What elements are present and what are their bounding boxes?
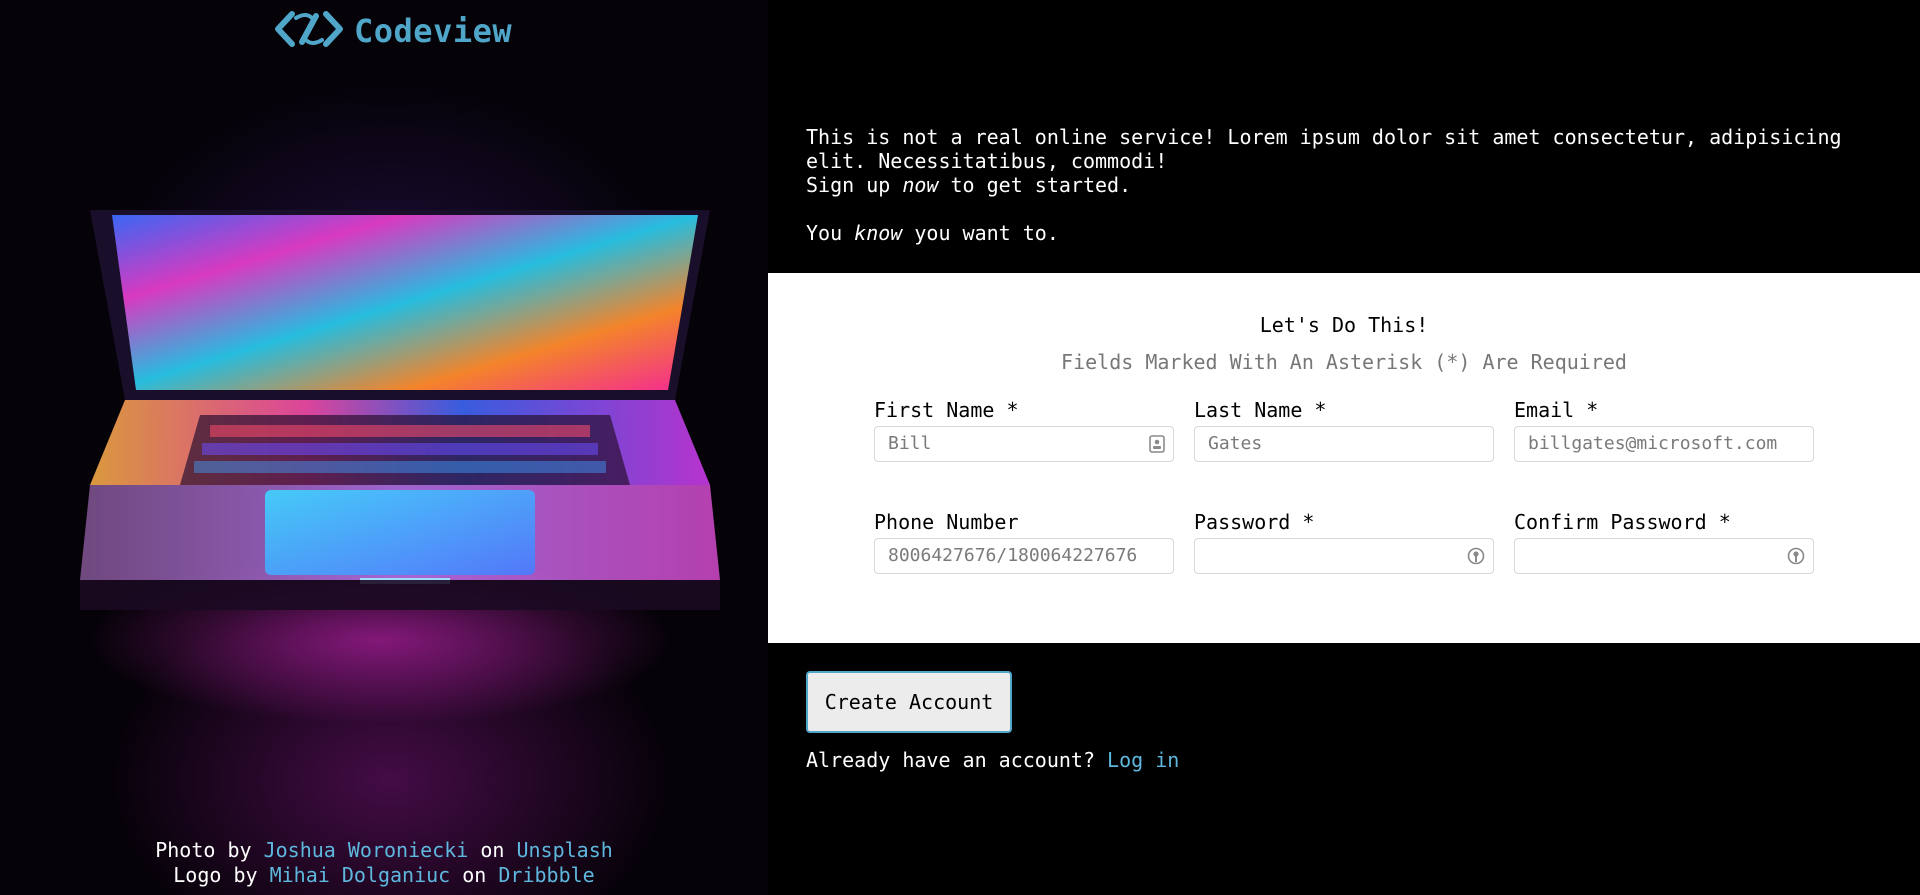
logo-credit-prefix: Logo by (173, 863, 270, 887)
brand-name: Codeview (354, 12, 513, 50)
signup-form: Let's Do This! Fields Marked With An Ast… (768, 273, 1920, 643)
last-name-input[interactable]: Gates (1194, 426, 1494, 462)
email-field: Email * billgates@microsoft.com (1514, 398, 1814, 462)
confirm-password-field: Confirm Password * (1514, 510, 1814, 574)
intro-line-2-post: to get started. (938, 173, 1132, 197)
password-input[interactable] (1194, 538, 1494, 574)
intro-line-3-pre: You (806, 221, 855, 245)
unsplash-link[interactable]: Unsplash (516, 838, 612, 862)
confirm-password-label: Confirm Password * (1514, 510, 1731, 534)
photo-credit-prefix: Photo by (155, 838, 264, 862)
first-name-input[interactable]: Bill (874, 426, 1174, 462)
password-field: Password * (1194, 510, 1494, 574)
password-key-icon[interactable] (1467, 547, 1485, 569)
hero-panel: Codeview Photo by Joshua Woroniecki on U… (0, 0, 768, 895)
confirm-password-input[interactable] (1514, 538, 1814, 574)
login-prompt: Already have an account? Log in (806, 748, 1179, 772)
logo-credit-on: on (450, 863, 499, 887)
login-prompt-text: Already have an account? (806, 748, 1108, 772)
create-account-button[interactable]: Create Account (806, 671, 1012, 733)
last-name-label: Last Name * (1194, 398, 1327, 422)
first-name-field: First Name * Bill (874, 398, 1174, 462)
logo-credit-line: Logo by Mihai Dolganiuc on Dribbble (0, 863, 768, 888)
contact-card-icon[interactable] (1149, 435, 1165, 457)
last-name-field: Last Name * Gates (1194, 398, 1494, 462)
photo-credit-line: Photo by Joshua Woroniecki on Unsplash (0, 838, 768, 863)
intro-line-3-emphasis: know (854, 221, 903, 245)
phone-input[interactable]: 8006427676/180064227676 (874, 538, 1174, 574)
intro-line-2-pre: Sign up (806, 173, 903, 197)
password-label: Password * (1194, 510, 1315, 534)
form-subtitle: Fields Marked With An Asterisk (*) Are R… (1061, 350, 1627, 374)
form-title: Let's Do This! (1259, 313, 1429, 337)
photo-credits: Photo by Joshua Woroniecki on Unsplash L… (0, 838, 768, 888)
phone-placeholder: 8006427676/180064227676 (888, 545, 1138, 566)
dribbble-link[interactable]: Dribbble (498, 863, 594, 887)
login-link[interactable]: Log in (1107, 748, 1179, 772)
laptop-photo (70, 185, 730, 659)
intro-line-2: Sign up now to get started. (806, 173, 1886, 197)
first-name-placeholder: Bill (888, 433, 932, 454)
email-input[interactable]: billgates@microsoft.com (1514, 426, 1814, 462)
phone-label: Phone Number (874, 510, 1019, 534)
intro-line-3-post: you want to. (902, 221, 1059, 245)
email-placeholder: billgates@microsoft.com (1528, 433, 1778, 454)
codeview-logo-icon (272, 8, 346, 54)
first-name-label: First Name * (874, 398, 1019, 422)
intro-line-3: You know you want to. (806, 221, 1886, 245)
phone-field: Phone Number 8006427676/180064227676 (874, 510, 1174, 574)
email-label: Email * (1514, 398, 1599, 422)
intro-line-1: This is not a real online service! Lorem… (806, 125, 1842, 173)
password-key-icon[interactable] (1787, 547, 1805, 569)
photo-author-link[interactable]: Joshua Woroniecki (264, 838, 469, 862)
photo-credit-on: on (468, 838, 517, 862)
intro-text: This is not a real online service! Lorem… (806, 125, 1886, 245)
intro-line-2-emphasis: now (902, 173, 939, 197)
logo-author-link[interactable]: Mihai Dolganiuc (270, 863, 451, 887)
last-name-placeholder: Gates (1208, 433, 1263, 454)
brand-logo[interactable]: Codeview (272, 8, 512, 54)
